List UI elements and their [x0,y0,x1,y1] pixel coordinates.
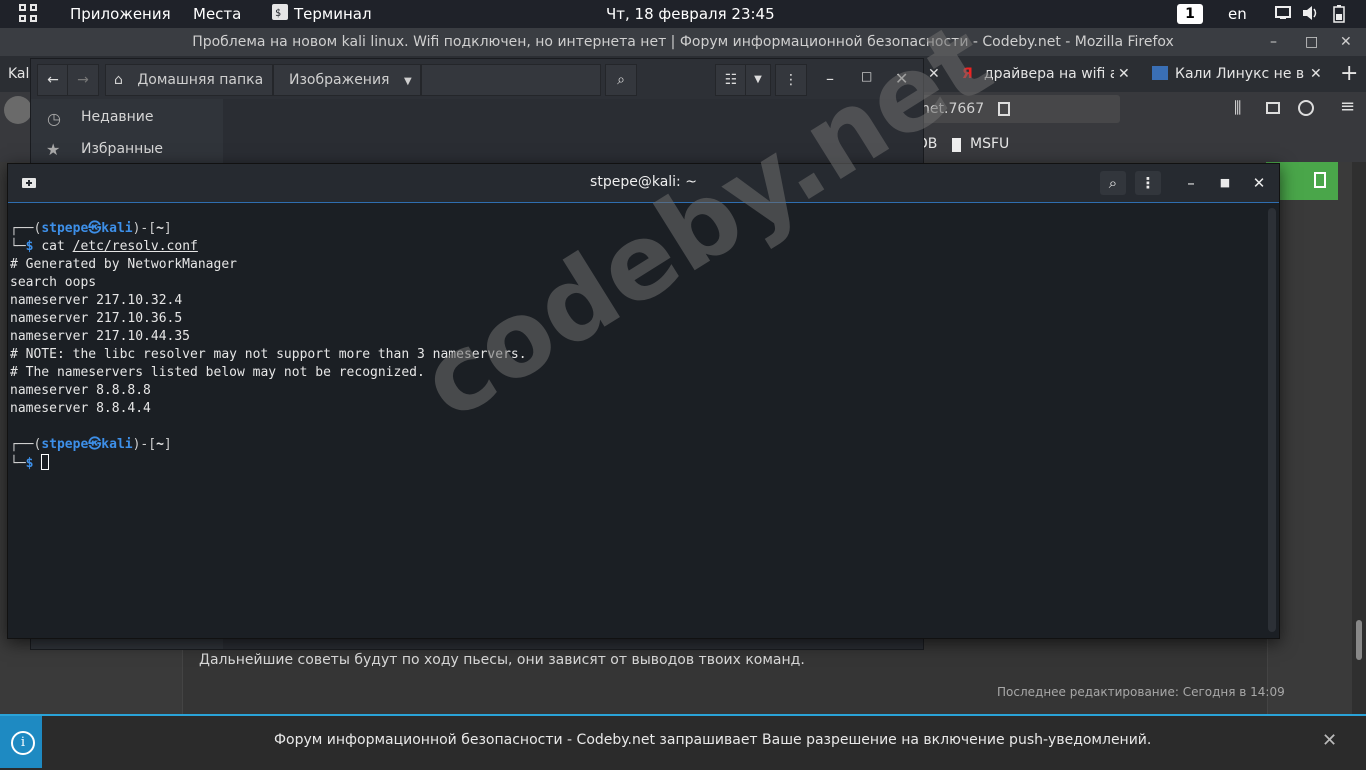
page-scrollbar-thumb[interactable] [1356,620,1362,660]
maximize-icon[interactable]: ■ [1212,171,1238,195]
terminal-app-icon: $ [272,4,288,24]
close-icon[interactable]: ✕ [1310,56,1324,92]
bookmark-icon [1314,172,1326,188]
terminal-app-menu[interactable]: Терминал [294,5,372,23]
minimize-icon[interactable]: – [1270,28,1277,56]
close-icon[interactable]: ✕ [1340,28,1352,56]
path-home-label: Домашняя папка [137,72,264,88]
notification-text: Форум информационной безопасности - Code… [274,732,1152,748]
command-arg: /etc/resolv.conf [72,239,198,254]
file-manager-header: ← → ⌂ Домашняя папка Изображения ▼ ⌕ ☷ ▼… [31,59,923,99]
close-icon[interactable]: ✕ [1246,171,1272,195]
prompt-at: ㉿ [88,437,102,452]
star-icon: ★ [46,140,61,159]
path-pictures-label: Изображения [289,72,390,88]
output-line: # NOTE: the libc resolver may not suppor… [10,347,527,362]
prompt-host: kali [101,221,133,236]
clock-icon: ◷ [47,109,61,128]
site-favicon-icon [1152,66,1168,80]
keyboard-layout[interactable]: en [1228,5,1247,23]
clock[interactable]: Чт, 18 февраля 23:45 [606,5,775,23]
menu-icon[interactable]: ≡ [1340,96,1355,117]
svg-text:$: $ [275,8,281,19]
app-grid-icon[interactable] [19,4,39,24]
text-cursor [41,454,50,470]
tab-partial[interactable]: Kal [8,56,32,92]
maximize-icon[interactable]: □ [1305,28,1318,56]
prompt-user: stpepe [41,437,89,452]
output-line: nameserver 8.8.8.8 [10,383,151,398]
bookmark-favicon-icon [952,138,961,152]
back-arrow-icon[interactable]: ← [37,64,69,96]
sidebar-icon[interactable] [1266,102,1280,114]
search-icon[interactable]: ⌕ [605,64,637,96]
info-icon-area: i [0,716,42,768]
workspace-indicator[interactable]: 1 [1177,4,1203,24]
prompt-user: stpepe [41,221,89,236]
places-menu[interactable]: Места [193,5,241,23]
home-icon: ⌂ [114,72,123,88]
close-icon[interactable]: ✕ [1322,730,1337,751]
output-line: # The nameservers listed below may not b… [10,365,425,380]
chevron-down-icon: ▼ [403,76,412,87]
sidebar-item-recent[interactable]: Недавние [81,109,154,125]
view-list-icon[interactable]: ☷ [715,64,747,96]
firefox-titlebar: Проблема на новом kali linux. Wifi подкл… [0,28,1366,56]
battery-icon[interactable] [1333,5,1345,27]
command-name: cat [41,239,65,254]
prompt-line: ┌──(stpepe㉿kali)-[~] [10,437,172,452]
path-empty [421,64,601,96]
back-icon[interactable] [4,96,32,124]
input-line[interactable]: └─$ [10,454,1270,472]
close-icon[interactable]: ✕ [1118,56,1132,92]
info-icon: i [11,731,35,755]
firefox-window-title: Проблема на новом kali linux. Wifi подкл… [192,34,1174,50]
edited-note: Последнее редактирование: Сегодня в 14:0… [997,685,1285,699]
volume-icon[interactable] [1302,5,1320,25]
bookmark-item[interactable]: MSFU [970,136,1009,152]
path-pictures[interactable]: Изображения ▼ [273,64,421,96]
minimize-icon[interactable]: – [1178,171,1204,195]
new-tab-icon[interactable]: + [1340,56,1360,92]
sidebar-item-starred[interactable]: Избранные [81,141,163,157]
chevron-down-icon[interactable]: ▼ [745,64,771,96]
terminal-scrollbar[interactable] [1268,208,1276,632]
tab-drivers[interactable]: драйвера на wifi ад [984,56,1114,92]
tab-kali[interactable]: Кали Линукс не ви [1175,56,1305,92]
post-text: Дальнейшие советы будут по ходу пьесы, о… [199,652,805,668]
output-line: nameserver 8.8.4.4 [10,401,151,416]
top-panel: Приложения Места $ Терминал Чт, 18 февра… [0,0,1366,28]
prompt-dir: ~ [156,437,164,452]
forward-arrow-icon[interactable]: → [67,64,99,96]
path-home[interactable]: ⌂ Домашняя папка [105,64,273,96]
applications-menu[interactable]: Приложения [70,5,171,23]
prompt-host: kali [101,437,133,452]
prompt-at: ㉿ [88,221,102,236]
push-notification-bar: i Форум информационной безопасности - Co… [0,714,1366,770]
library-icon[interactable]: ⫼ [1234,98,1241,118]
search-icon[interactable]: ⌕ [1100,171,1126,195]
account-icon[interactable] [1298,100,1314,116]
menu-dots-icon[interactable]: ⋮ [1135,171,1161,195]
prompt-dir: ~ [156,221,164,236]
display-icon[interactable] [1275,6,1291,24]
